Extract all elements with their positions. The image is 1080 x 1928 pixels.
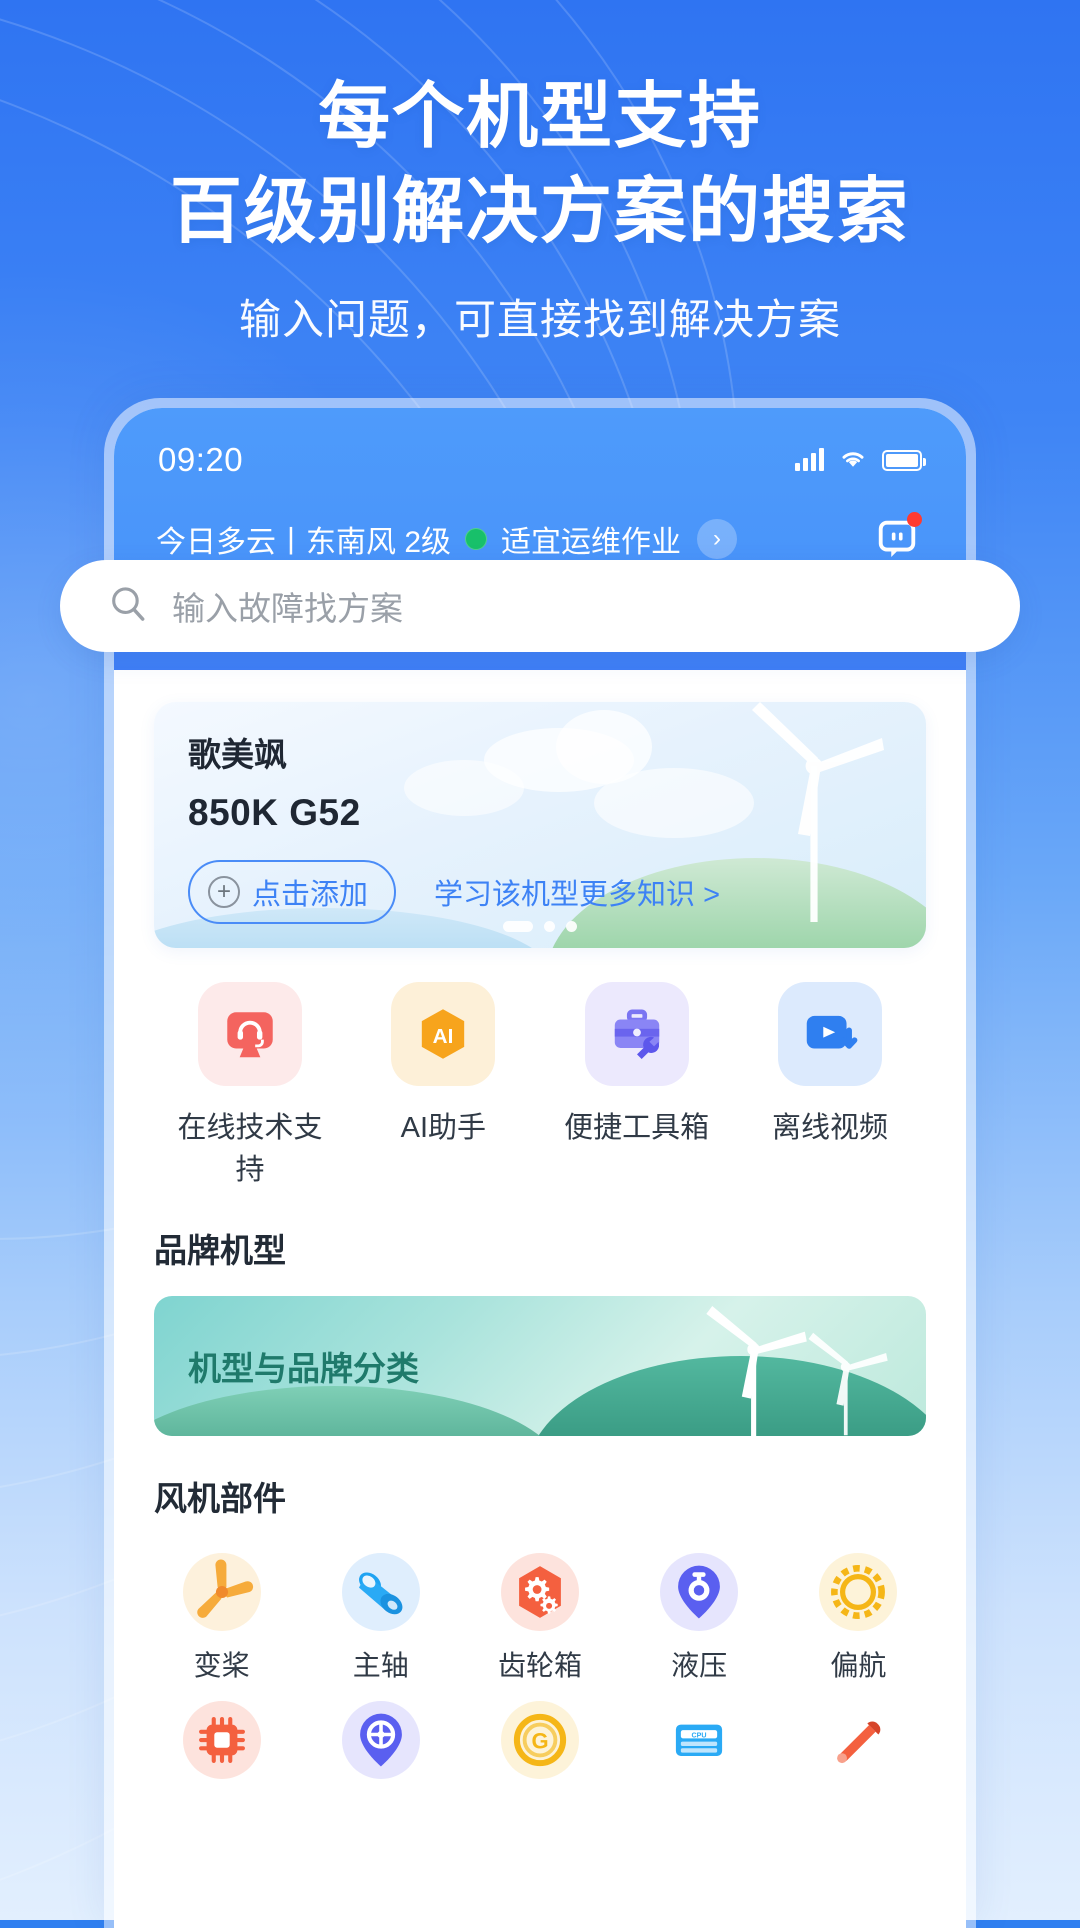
turbine-model-name: 850K G52 [188, 792, 361, 833]
part-item-tower-bolt[interactable] [779, 1694, 938, 1792]
tower-bolt-icon [812, 1694, 904, 1786]
svg-text:G: G [531, 1728, 548, 1753]
propeller-pitch-icon [176, 1546, 268, 1638]
part-item-main-shaft[interactable]: 主轴 [301, 1546, 460, 1684]
quick-action-online-support[interactable]: 在线技术支持 [170, 982, 330, 1188]
part-item-sensor[interactable] [301, 1694, 460, 1792]
part-item-hydraulic[interactable]: 液压 [620, 1546, 779, 1684]
wifi-icon [838, 447, 868, 474]
turbine-model-card[interactable]: 歌美飒 850K G52 + 点击添加 学习该机型更多知识 > [154, 702, 926, 948]
hero-section: 每个机型支持 百级别解决方案的搜索 输入问题，可直接找到解决方案 [0, 70, 1080, 347]
weather-status-dot-icon [465, 528, 488, 550]
hero-subtitle: 输入问题，可直接找到解决方案 [238, 296, 841, 344]
carousel-dot-active[interactable] [503, 921, 533, 932]
battery-icon [882, 449, 926, 471]
quick-action-label: 离线视频 [771, 1112, 888, 1144]
turbine-parts-grid: 变桨 主轴 齿轮箱 液压 偏航 G CPU [114, 1520, 966, 1802]
section-title-turbine-parts: 风机部件 [154, 1480, 286, 1517]
part-label: 变桨 [193, 1650, 250, 1681]
chevron-right-icon[interactable]: › [697, 519, 738, 559]
status-bar-icons [795, 447, 926, 474]
toolbox-wrench-icon [584, 982, 689, 1086]
message-unread-badge [907, 512, 922, 527]
main-content: 歌美飒 850K G52 + 点击添加 学习该机型更多知识 > 在线技术支持 A… [114, 702, 966, 1928]
carousel-dot[interactable] [544, 921, 555, 932]
brand-category-banner[interactable]: 机型与品牌分类 [154, 1296, 926, 1436]
weather-status-text: 适宜运维作业 [501, 526, 682, 559]
signal-bars-icon [795, 448, 824, 471]
quick-action-label: 便捷工具箱 [564, 1112, 710, 1144]
hero-headline-line2: 百级别解决方案的搜索 [169, 172, 910, 253]
hero-headline-line1: 每个机型支持 [317, 77, 762, 157]
learn-more-link[interactable]: 学习该机型更多知识 > [434, 871, 720, 913]
headset-support-icon [198, 982, 302, 1086]
wind-turbine-icon [808, 1332, 888, 1436]
part-label: 主轴 [352, 1650, 409, 1681]
turbine-card-actions: + 点击添加 学习该机型更多知识 > [188, 860, 892, 924]
quick-action-ai-assistant[interactable]: AI AI助手 [363, 982, 523, 1188]
ai-hexagon-icon: AI [391, 982, 496, 1086]
quick-actions-row: 在线技术支持 AI AI助手 便捷工具箱 离线视频 [114, 948, 966, 1188]
quick-action-label: 在线技术支持 [177, 1112, 323, 1186]
yaw-ring-icon [812, 1546, 904, 1638]
banner-label: 机型与品牌分类 [188, 1350, 419, 1387]
search-icon [106, 582, 150, 631]
add-turbine-label: 点击添加 [252, 879, 369, 911]
part-item-converter[interactable] [142, 1694, 301, 1792]
offline-video-icon [777, 982, 882, 1086]
turbine-brand-name: 歌美飒 [188, 736, 287, 773]
status-bar: 09:20 [114, 408, 966, 494]
quick-action-toolbox[interactable]: 便捷工具箱 [557, 982, 717, 1188]
generator-icon: G [494, 1694, 586, 1786]
gearbox-icon [494, 1546, 586, 1638]
status-bar-time: 09:20 [158, 441, 244, 478]
cpu-control-icon: CPU [653, 1694, 745, 1786]
quick-action-offline-video[interactable]: 离线视频 [750, 982, 910, 1188]
add-turbine-button[interactable]: + 点击添加 [188, 860, 397, 924]
hydraulic-pin-icon [653, 1546, 745, 1638]
turbine-card-body: 歌美飒 850K G52 + 点击添加 学习该机型更多知识 > [154, 702, 926, 948]
plus-circle-icon: + [208, 876, 240, 908]
search-bar-floating[interactable]: 输入故障找方案 [60, 560, 1020, 652]
part-item-generator[interactable]: G [460, 1694, 619, 1792]
weather-summary: 今日多云丨东南风 2级 [156, 526, 452, 559]
converter-icon [176, 1694, 268, 1786]
part-item-yaw[interactable]: 偏航 [779, 1546, 938, 1684]
sensor-icon [335, 1694, 427, 1786]
svg-text:CPU: CPU [692, 1731, 707, 1739]
part-label: 偏航 [830, 1650, 887, 1681]
main-shaft-icon [335, 1546, 427, 1638]
search-input[interactable]: 输入故障找方案 [172, 582, 403, 630]
section-title-brand-models: 品牌机型 [154, 1232, 286, 1269]
message-icon[interactable] [870, 512, 924, 566]
part-item-pitch[interactable]: 变桨 [142, 1546, 301, 1684]
part-item-control[interactable]: CPU [620, 1694, 779, 1792]
part-label: 液压 [671, 1650, 728, 1681]
svg-text:AI: AI [433, 1025, 454, 1048]
search-pill[interactable]: 输入故障找方案 [60, 560, 1020, 652]
part-label: 齿轮箱 [497, 1650, 582, 1681]
part-item-gearbox[interactable]: 齿轮箱 [460, 1546, 619, 1684]
carousel-dot[interactable] [566, 921, 577, 932]
carousel-pagination[interactable] [154, 921, 926, 932]
quick-action-label: AI助手 [400, 1112, 487, 1144]
